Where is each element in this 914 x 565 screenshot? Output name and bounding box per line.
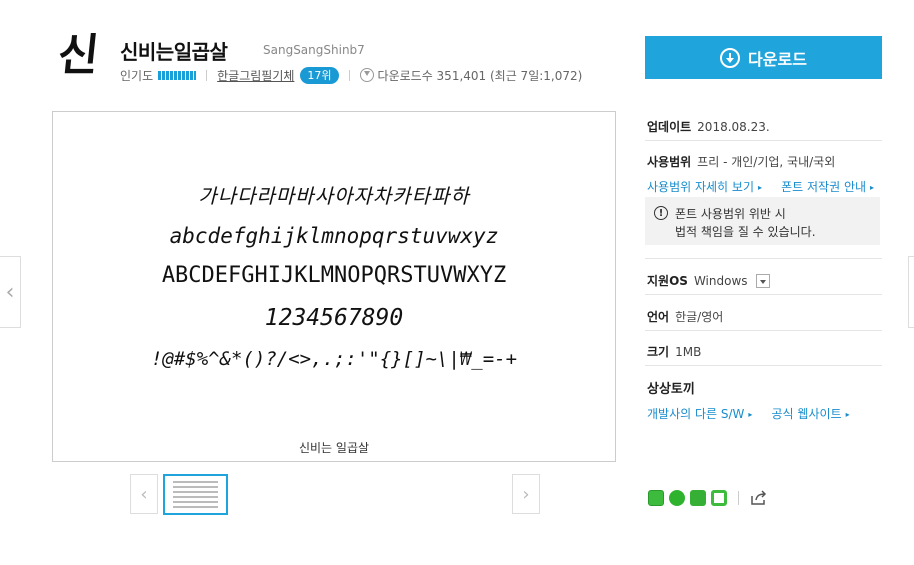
thumb-prev-button[interactable]: ‹ (130, 474, 158, 514)
update-label: 업데이트 (647, 120, 692, 134)
lang-label: 언어 (647, 310, 670, 324)
category-link[interactable]: 한글그림필기체 (217, 67, 294, 84)
band-share-icon[interactable] (648, 490, 664, 506)
update-row: 업데이트 2018.08.23. (647, 116, 770, 135)
rank-badge: 17위 (300, 66, 339, 84)
divider (348, 69, 350, 81)
preview-thumbnail[interactable] (163, 474, 228, 515)
share-icon[interactable] (750, 490, 768, 506)
font-meta: 인기도 한글그림필기체 17위 다운로드수 351,401 (최근 7일:1,0… (120, 66, 582, 84)
download-count: 다운로드수 351,401 (최근 7일:1,072) (377, 68, 583, 83)
font-title: 신비는일곱살 (120, 40, 228, 64)
divider (738, 491, 739, 505)
chevron-right-icon: › (522, 483, 530, 505)
line-share-icon[interactable] (669, 490, 685, 506)
divider (206, 69, 208, 81)
warning-icon: ! (654, 206, 668, 220)
usage-warning: ! 폰트 사용범위 위반 시 법적 책임을 질 수 있습니다. (645, 197, 880, 245)
os-row: 지원OS Windows (647, 270, 770, 289)
popularity-bar (158, 70, 197, 80)
size-label: 크기 (647, 345, 670, 359)
usage-row: 사용범위 프리 - 개인/기업, 국내/국외 (647, 151, 835, 170)
vendor-title: 상상토끼 (647, 382, 695, 397)
preview-line-numbers: 1234567890 (264, 305, 404, 331)
os-value: Windows (693, 274, 748, 288)
vendor-sw-link[interactable]: 개발사의 다른 S/W ▸ (647, 407, 752, 421)
warning-line1: 폰트 사용범위 위반 시 (675, 207, 786, 221)
preview-line-uppercase: ABCDEFGHIJKLMNOPQRSTUVWXYZ (161, 263, 507, 288)
copyright-link[interactable]: 폰트 저작권 안내 ▸ (781, 180, 874, 194)
thumb-next-button[interactable]: › (512, 474, 540, 514)
usage-label: 사용범위 (647, 155, 692, 169)
divider (645, 365, 882, 366)
preview-font-name: 신비는 일곱살 (298, 441, 370, 455)
next-font-arrow[interactable] (908, 256, 914, 328)
divider (645, 330, 882, 331)
download-button-label: 다운로드 (748, 49, 807, 69)
font-maker: SangSangShinb7 (263, 43, 365, 57)
update-value: 2018.08.23. (697, 120, 770, 134)
popularity-label: 인기도 (120, 68, 154, 83)
preview-line-lowercase: abcdefghijklmnopqrstuvwxyz (169, 224, 499, 248)
prev-font-arrow[interactable]: ‹ (0, 256, 21, 328)
select-arrow-icon[interactable] (755, 274, 770, 288)
vendor-links: 개발사의 다른 S/W ▸ 공식 웹사이트 ▸ (647, 403, 850, 422)
usage-links: 사용범위 자세히 보기 ▸ 폰트 저작권 안내 ▸ (647, 176, 874, 195)
usage-detail-link[interactable]: 사용범위 자세히 보기 ▸ (647, 180, 762, 194)
font-preview: 가나다라마바사아자차카타파하 abcdefghijklmnopqrstuvwxy… (52, 111, 616, 462)
download-button[interactable]: 다운로드 (645, 36, 882, 79)
vendor-site-link[interactable]: 공식 웹사이트 ▸ (772, 407, 850, 421)
os-label: 지원OS (647, 274, 688, 288)
download-count-icon (359, 68, 374, 82)
blog-share-icon[interactable] (690, 490, 706, 506)
divider (645, 140, 882, 141)
lang-row: 언어 한글/영어 (647, 306, 723, 325)
download-circle-icon (720, 47, 741, 68)
usage-value: 프리 - 개인/기업, 국내/국외 (697, 155, 836, 169)
share-bar (648, 490, 768, 506)
warning-line2: 법적 책임을 질 수 있습니다. (675, 225, 816, 239)
divider (645, 258, 882, 259)
divider (645, 294, 882, 295)
font-logo: 신 (55, 30, 102, 81)
chevron-left-icon: ‹ (5, 279, 15, 305)
size-row: 크기 1MB (647, 341, 701, 360)
cafe-share-icon[interactable] (711, 490, 727, 506)
preview-line-korean: 가나다라마바사아자차카타파하 (198, 184, 470, 208)
chevron-left-icon: ‹ (140, 483, 148, 505)
size-value: 1MB (675, 345, 702, 359)
lang-value: 한글/영어 (675, 310, 724, 324)
preview-line-symbols: !@#$%^&*()?/<>,.;:'"{}[]~\|₩_=-+ (150, 348, 518, 370)
